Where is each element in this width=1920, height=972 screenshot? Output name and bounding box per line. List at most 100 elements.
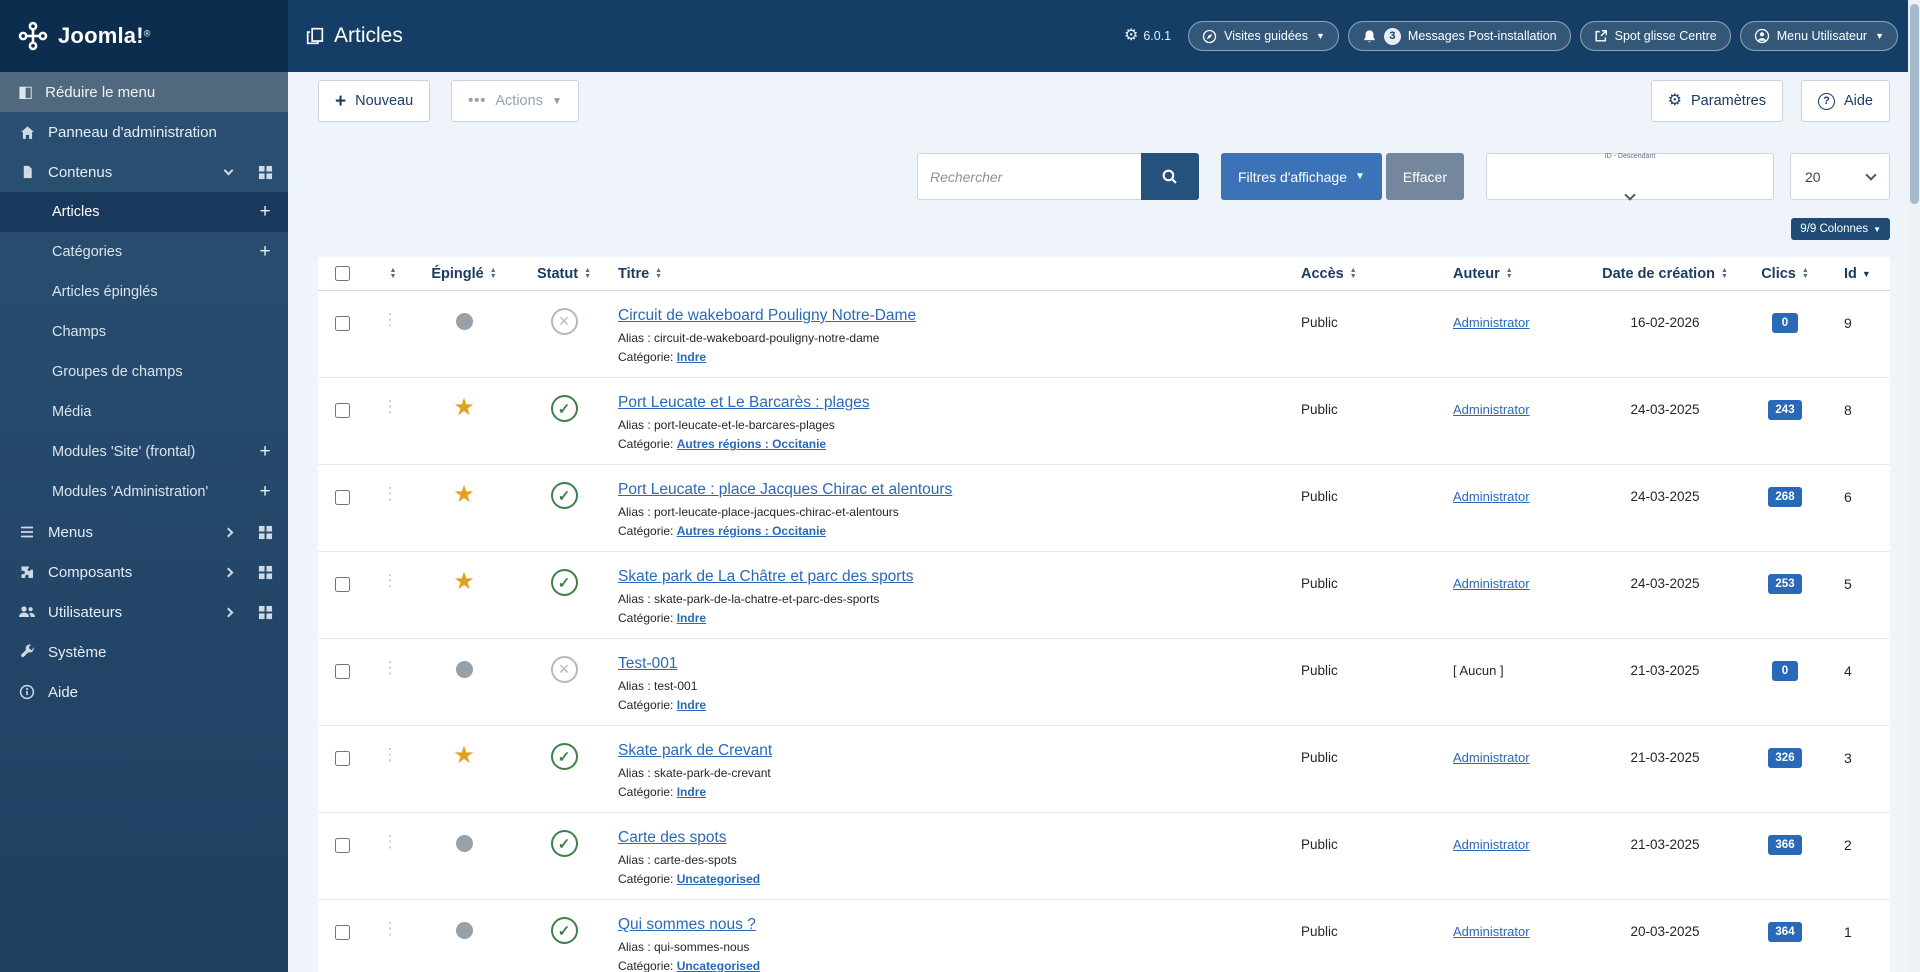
status-toggle-icon[interactable] [550,482,578,509]
pinned-column-header[interactable]: Épinglé ▲ ▼ [414,257,514,290]
pinned-toggle-icon[interactable] [455,313,473,330]
row-checkbox[interactable] [334,925,350,940]
author-link[interactable]: Administrator [1453,750,1530,765]
sidebar-item-featured-articles[interactable]: Articles épinglés [0,272,288,312]
category-link[interactable]: Autres régions : Occitanie [677,437,826,451]
access-level: Public [1301,663,1338,678]
article-title-link[interactable]: Port Leucate : place Jacques Chirac et a… [618,481,952,499]
sidebar-item-fields[interactable]: Champs [0,312,288,352]
status-toggle-icon[interactable] [550,395,578,422]
sidebar-item-categories[interactable]: Catégories + [0,232,288,272]
site-preview-button[interactable]: Spot glisse Centre [1579,21,1731,51]
author-column-header[interactable]: Auteur ▲ ▼ [1445,257,1590,290]
row-checkbox[interactable] [334,838,350,853]
row-checkbox[interactable] [334,664,350,679]
row-checkbox[interactable] [334,403,350,418]
columns-toggle-button[interactable]: 9/9 Colonnes ▼ [1791,218,1890,240]
article-title-link[interactable]: Skate park de Crevant [618,742,772,760]
pinned-toggle-icon[interactable] [453,570,475,638]
author-link[interactable]: Administrator [1453,489,1530,504]
joomla-logo[interactable]: Joomla!® [0,0,288,72]
components-dashboard-shortcut-icon[interactable] [258,565,274,580]
collapse-menu-button[interactable]: ◧ Réduire le menu [0,72,288,112]
add-site-module-button[interactable]: + [256,442,274,461]
sort-select[interactable]: ID - Descendant [1486,153,1774,201]
title-column-header[interactable]: Titre ▲ ▼ [614,257,1288,290]
pinned-toggle-icon[interactable] [455,835,473,852]
category-link[interactable]: Indre [677,785,706,799]
row-checkbox[interactable] [334,577,350,592]
category-link[interactable]: Uncategorised [677,872,760,886]
author-link[interactable]: Administrator [1453,315,1530,330]
page-size-select[interactable]: 20 [1790,153,1890,200]
select-all-checkbox[interactable] [334,266,350,281]
category-link[interactable]: Uncategorised [677,959,760,972]
category-link[interactable]: Autres régions : Occitanie [677,524,826,538]
sidebar-item-admin-modules[interactable]: Modules 'Administration' + [0,472,288,512]
sidebar-item-system[interactable]: Système [0,632,288,672]
article-title-link[interactable]: Carte des spots [618,829,727,847]
author-link[interactable]: Administrator [1453,924,1530,939]
category-link[interactable]: Indre [677,611,706,625]
settings-button[interactable]: ⚙ Paramètres [1650,80,1783,122]
status-toggle-icon[interactable] [550,569,578,596]
sidebar-item-media[interactable]: Média [0,392,288,432]
scrollbar-thumb[interactable] [1909,4,1919,204]
sidebar-item-articles[interactable]: Articles + [0,192,288,232]
status-toggle-icon[interactable] [550,917,578,944]
pinned-toggle-icon[interactable] [453,483,475,551]
sidebar-item-help[interactable]: Aide [0,672,288,712]
search-button[interactable] [1140,153,1199,200]
status-toggle-icon[interactable] [550,743,578,770]
id-column-header[interactable]: Id ▼ [1830,257,1890,290]
vertical-scrollbar[interactable] [1908,0,1920,972]
sidebar-item-users[interactable]: Utilisateurs [0,592,288,632]
author-link[interactable]: Administrator [1453,576,1530,591]
menus-dashboard-shortcut-icon[interactable] [258,525,274,540]
help-button[interactable]: ? Aide [1800,80,1890,122]
add-admin-module-button[interactable]: + [256,482,274,501]
clear-button[interactable]: Effacer [1385,153,1464,200]
article-title-link[interactable]: Skate park de La Châtre et parc des spor… [618,568,914,586]
sidebar-item-field-groups[interactable]: Groupes de champs [0,352,288,392]
add-category-button[interactable]: + [256,242,274,261]
actions-button[interactable]: ••• Actions ▼ [451,80,579,122]
new-button[interactable]: + Nouveau [318,80,431,122]
article-title-link[interactable]: Qui sommes nous ? [618,916,756,934]
guided-tours-button[interactable]: Visites guidées ▼ [1188,21,1339,51]
author-link[interactable]: Administrator [1453,402,1530,417]
sidebar-item-site-modules[interactable]: Modules 'Site' (frontal) + [0,432,288,472]
ordering-sort-button[interactable]: ▲ ▼ [390,267,397,279]
postinstall-messages-button[interactable]: 3 Messages Post-installation [1347,21,1571,51]
status-toggle-icon[interactable] [550,308,578,335]
date-column-header[interactable]: Date de création ▲ ▼ [1590,257,1740,290]
row-checkbox[interactable] [334,751,350,766]
row-checkbox[interactable] [334,490,350,505]
filter-options-button[interactable]: Filtres d'affichage ▼ [1220,153,1382,200]
search-input[interactable] [916,153,1141,200]
status-toggle-icon[interactable] [550,830,578,857]
pinned-toggle-icon[interactable] [455,661,473,678]
user-menu-button[interactable]: Menu Utilisateur ▼ [1739,21,1898,51]
article-title-link[interactable]: Test-001 [618,655,677,673]
pinned-toggle-icon[interactable] [453,744,475,812]
row-checkbox[interactable] [334,316,350,331]
sidebar-item-menus[interactable]: Menus [0,512,288,552]
category-link[interactable]: Indre [677,698,706,712]
sidebar-item-content[interactable]: Contenus [0,152,288,192]
category-link[interactable]: Indre [677,350,706,364]
users-dashboard-shortcut-icon[interactable] [258,605,274,620]
status-column-header[interactable]: Statut ▲ ▼ [514,257,614,290]
author-link[interactable]: Administrator [1453,837,1530,852]
content-dashboard-shortcut-icon[interactable] [258,165,274,180]
article-title-link[interactable]: Circuit de wakeboard Pouligny Notre-Dame [618,307,916,325]
sidebar-item-components[interactable]: Composants [0,552,288,592]
hits-column-header[interactable]: Clics ▲ ▼ [1740,257,1830,290]
pinned-toggle-icon[interactable] [453,396,475,464]
status-toggle-icon[interactable] [550,656,578,683]
article-title-link[interactable]: Port Leucate et Le Barcarès : plages [618,394,870,412]
pinned-toggle-icon[interactable] [455,922,473,939]
access-column-header[interactable]: Accès ▲ ▼ [1288,257,1445,290]
add-article-button[interactable]: + [256,202,274,221]
sidebar-item-dashboard[interactable]: Panneau d'administration [0,112,288,152]
